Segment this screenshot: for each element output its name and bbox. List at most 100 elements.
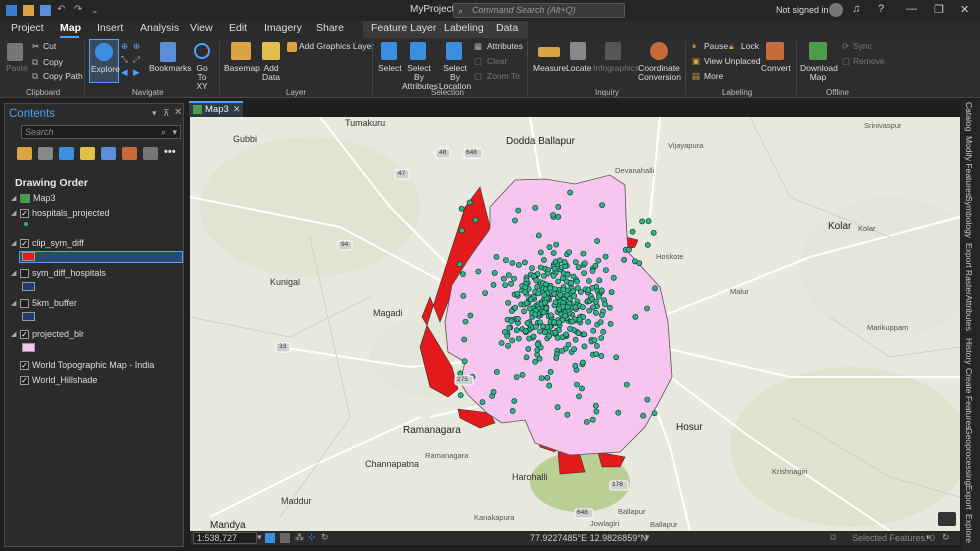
undo-icon[interactable]: ↶ bbox=[57, 5, 68, 16]
paste-button[interactable]: Paste bbox=[6, 64, 28, 73]
tab-labeling[interactable]: Labeling bbox=[444, 22, 484, 34]
collapse-icon[interactable]: ◢ bbox=[11, 330, 17, 338]
snapping-icon[interactable]: ⁂ bbox=[295, 532, 304, 543]
tab-export-raster[interactable]: Export Raster bbox=[964, 243, 974, 295]
minimize-icon[interactable]: — bbox=[906, 3, 917, 15]
help-icon[interactable]: ? bbox=[878, 3, 884, 15]
select-by-location-button[interactable]: Select By Location bbox=[438, 64, 472, 91]
add-data-button[interactable]: Add Data bbox=[260, 64, 282, 82]
refresh-icon[interactable]: ↻ bbox=[942, 532, 950, 543]
tab-geoprocessing[interactable]: Geoprocessing bbox=[964, 428, 974, 485]
save-icon[interactable] bbox=[40, 5, 51, 16]
close-pane-icon[interactable]: ✕ bbox=[174, 107, 182, 118]
command-search-input[interactable]: ⌕ Command Search (Alt+Q) bbox=[453, 3, 625, 18]
tab-edit[interactable]: Edit bbox=[229, 22, 247, 34]
cut-button[interactable]: Cut bbox=[43, 42, 56, 51]
lock-button[interactable]: Lock bbox=[741, 42, 759, 51]
previous-extent-icon[interactable]: ◀ bbox=[121, 68, 128, 77]
sym-diff-hospitals-swatch[interactable] bbox=[22, 282, 35, 291]
copy-path-button[interactable]: Copy Path bbox=[43, 72, 83, 81]
avatar[interactable] bbox=[829, 3, 843, 17]
new-project-icon[interactable] bbox=[6, 5, 17, 16]
collapse-icon[interactable]: ◢ bbox=[11, 269, 17, 277]
bookmarks-button[interactable]: Bookmarks bbox=[149, 64, 192, 73]
convert-button[interactable]: Convert bbox=[761, 64, 791, 73]
layer-visibility-checkbox[interactable]: ✓ bbox=[20, 208, 29, 218]
search-dropdown-icon[interactable]: ▾ bbox=[172, 126, 177, 138]
restore-icon[interactable]: ❐ bbox=[934, 3, 944, 16]
pause-button[interactable]: Pause bbox=[704, 42, 728, 51]
pin-icon[interactable]: ⊼ bbox=[163, 108, 170, 119]
clip-sym-diff-swatch[interactable] bbox=[22, 252, 35, 261]
close-tab-icon[interactable]: ✕ bbox=[233, 103, 241, 116]
more-button[interactable]: More bbox=[704, 72, 723, 81]
clear-button[interactable]: Clear bbox=[487, 57, 507, 66]
map-view[interactable]: Tumakuru Gubbi Kunigal Magadi Ramanagara… bbox=[190, 117, 960, 531]
layer-visibility-checkbox[interactable] bbox=[20, 268, 29, 278]
layer-5km-buffer[interactable]: ◢ 5km_buffer bbox=[11, 298, 77, 308]
collapse-icon[interactable]: ◢ bbox=[11, 194, 17, 202]
tab-insert[interactable]: Insert bbox=[97, 22, 123, 34]
tab-share[interactable]: Share bbox=[316, 22, 344, 34]
add-graphics-layer-button[interactable]: Add Graphics Layer bbox=[299, 42, 374, 51]
map-view-tab[interactable]: Map3 ✕ bbox=[189, 101, 243, 117]
tab-modify-features[interactable]: Modify Features bbox=[964, 136, 974, 197]
table-icon[interactable] bbox=[280, 533, 290, 543]
list-by-labeling-icon[interactable] bbox=[122, 147, 137, 160]
list-by-snapping-icon[interactable] bbox=[101, 147, 116, 160]
close-icon[interactable]: ✕ bbox=[960, 3, 969, 16]
map-canvas[interactable] bbox=[190, 117, 960, 531]
tab-project[interactable]: Project bbox=[11, 22, 44, 34]
scale-selector[interactable]: 1:538,727 bbox=[193, 532, 257, 544]
scale-dropdown-icon[interactable]: ▾ bbox=[257, 532, 262, 543]
collapse-icon[interactable]: ◢ bbox=[11, 239, 17, 247]
more-options-icon[interactable]: ••• bbox=[164, 147, 179, 160]
projected-blr-swatch[interactable] bbox=[22, 343, 35, 352]
layer-clip-sym-diff[interactable]: ◢ ✓ clip_sym_diff bbox=[11, 238, 84, 248]
fixed-zoom-out-icon[interactable]: ⤢ bbox=[133, 55, 140, 64]
tab-feature-layer[interactable]: Feature Layer bbox=[371, 22, 436, 34]
collapse-icon[interactable]: ◢ bbox=[11, 209, 17, 217]
layer-visibility-checkbox[interactable] bbox=[20, 298, 29, 308]
map-grid-icon[interactable] bbox=[265, 533, 275, 543]
tab-data[interactable]: Data bbox=[496, 22, 518, 34]
pane-options-icon[interactable]: ▾ bbox=[152, 108, 157, 119]
copy-button[interactable]: Copy bbox=[43, 58, 63, 67]
tab-history[interactable]: History bbox=[964, 338, 974, 364]
view-unplaced-button[interactable]: View Unplaced bbox=[704, 57, 761, 66]
attributes-button[interactable]: Attributes bbox=[487, 42, 523, 51]
customize-icon[interactable]: ⌄ bbox=[91, 5, 102, 16]
pause-icon[interactable]: ⏸ bbox=[926, 532, 931, 543]
layer-sym-diff-hospitals[interactable]: ◢ sym_diff_hospitals bbox=[11, 268, 106, 278]
select-button[interactable]: Select bbox=[378, 64, 402, 73]
tab-catalog[interactable]: Catalog bbox=[964, 102, 974, 131]
layer-world-topographic[interactable]: ✓ World Topographic Map - India bbox=[11, 360, 154, 370]
layer-visibility-checkbox[interactable]: ✓ bbox=[20, 238, 29, 248]
layer-map3[interactable]: ◢ Map3 bbox=[11, 193, 56, 203]
tab-map[interactable]: Map bbox=[60, 22, 81, 34]
notification-bell-icon[interactable]: ♫ bbox=[852, 3, 860, 15]
sign-in-status[interactable]: Not signed in bbox=[776, 5, 829, 15]
coordinate-conversion-button[interactable]: Coordinate Conversion bbox=[638, 64, 681, 82]
open-icon[interactable] bbox=[23, 5, 34, 16]
tab-analysis[interactable]: Analysis bbox=[140, 22, 179, 34]
download-map-button[interactable]: Download Map bbox=[800, 64, 838, 82]
coordinate-format-icon[interactable]: ▾ bbox=[645, 532, 650, 543]
map-overview-icon[interactable] bbox=[938, 512, 956, 526]
fixed-zoom-in-icon[interactable]: ⤡ bbox=[121, 55, 128, 64]
refresh-icon[interactable]: ↻ bbox=[321, 532, 329, 543]
collapse-icon[interactable]: ◢ bbox=[11, 299, 17, 307]
measure-button[interactable]: Measure bbox=[533, 64, 566, 73]
layer-world-hillshade[interactable]: ✓ World_Hillshade bbox=[11, 375, 97, 385]
layer-hospitals-projected[interactable]: ◢ ✓ hospitals_projected bbox=[11, 208, 110, 218]
layer-visibility-checkbox[interactable]: ✓ bbox=[20, 360, 29, 370]
list-by-perspective-icon[interactable] bbox=[143, 147, 158, 160]
basemap-button[interactable]: Basemap bbox=[224, 64, 260, 73]
remove-button[interactable]: Remove bbox=[853, 57, 885, 66]
layer-visibility-checkbox[interactable]: ✓ bbox=[20, 375, 29, 385]
sync-button[interactable]: Sync bbox=[853, 42, 872, 51]
infographics-button[interactable]: Infographics bbox=[593, 64, 639, 73]
tab-explore[interactable]: Explore bbox=[964, 514, 974, 543]
redo-icon[interactable]: ↷ bbox=[74, 5, 85, 16]
list-by-drawing-order-icon[interactable] bbox=[17, 147, 32, 160]
